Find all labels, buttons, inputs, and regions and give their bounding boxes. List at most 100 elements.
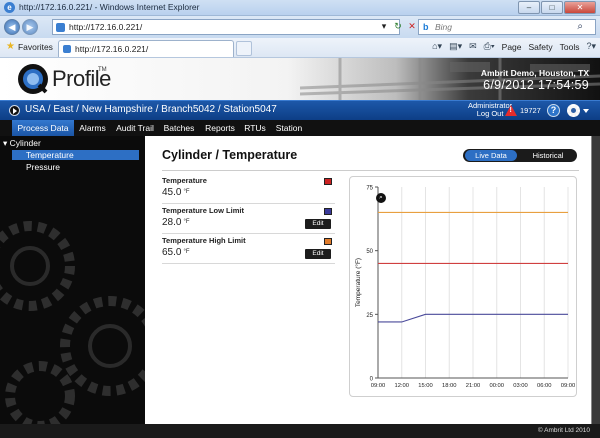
y-axis-label: Temperature (°F) (354, 258, 362, 307)
sidebar-item-temperature[interactable]: Temperature (12, 150, 139, 160)
site-datetime: 6/9/2012 17:54:59 (483, 78, 589, 92)
alarm-count[interactable]: 19727 (520, 106, 541, 115)
tab-rtus[interactable]: RTUs (241, 120, 269, 136)
tab-label: http://172.16.0.221/ (75, 44, 149, 54)
x-tick-label: 15:00 (418, 383, 433, 389)
point-label: Temperature High Limit (162, 236, 246, 245)
tab-station[interactable]: Station (272, 120, 306, 136)
y-tick-label: 0 (370, 377, 374, 383)
site-name: Ambrit Demo, Houston, TX (480, 68, 589, 78)
page-icon (56, 23, 65, 32)
point-label: Temperature Low Limit (162, 206, 244, 215)
new-tab-button[interactable] (236, 41, 252, 56)
safety-menu[interactable]: Safety (529, 42, 553, 52)
breadcrumb-bar: USA / East / New Hampshire / Branch5042 … (0, 100, 600, 120)
search-icon[interactable]: ⌕ (577, 21, 583, 32)
sidebar-category-label: Cylinder (9, 138, 41, 148)
point-value: 28.0 °F (162, 217, 190, 228)
settings-caret-icon[interactable] (583, 109, 589, 113)
tools-menu[interactable]: Tools (560, 42, 580, 52)
breadcrumb[interactable]: USA / East / New Hampshire / Branch5042 … (25, 104, 277, 115)
point-unit: °F (183, 189, 190, 196)
logo-trademark: TM (98, 67, 107, 73)
sidebar-item-pressure[interactable]: Pressure (12, 162, 139, 172)
search-placeholder: Bing (435, 22, 453, 32)
chevron-down-icon: ▾ (3, 138, 8, 148)
gears-background-image (0, 221, 145, 424)
sidebar-category-cylinder[interactable]: ▾ Cylinder (3, 138, 41, 149)
main-nav: Process Data Alarms Audit Trail Batches … (0, 120, 600, 136)
tab-audit-trail[interactable]: Audit Trail (112, 120, 158, 136)
favorites-bar: ★ Favorites http://172.16.0.221/ ⌂▾ ▤▾ ✉… (0, 38, 600, 58)
point-value-number: 65.0 (162, 247, 182, 258)
zoom-icon[interactable]: ⌕ (376, 193, 386, 203)
search-input[interactable]: b Bing ⌕ (418, 19, 596, 35)
window-title: http://172.16.0.221/ - Windows Internet … (19, 2, 200, 12)
address-toolbar: ◀ ▶ http://172.16.0.221/ ▾ ↻ ✕ b Bing ⌕ (0, 16, 600, 38)
x-tick-label: 09:00 (561, 383, 576, 389)
tab-alarms[interactable]: Alarms (76, 120, 109, 136)
star-icon: ★ (6, 41, 15, 52)
tab-process-data[interactable]: Process Data (12, 120, 74, 136)
right-edge (592, 136, 600, 424)
tab-batches[interactable]: Batches (160, 120, 198, 136)
window-title-bar: e http://172.16.0.221/ - Windows Interne… (0, 0, 600, 16)
address-input[interactable]: http://172.16.0.221/ (52, 19, 400, 35)
y-tick-label: 25 (366, 313, 373, 319)
point-temperature-high-limit: Temperature High Limit 65.0 °F Edit (162, 234, 335, 264)
app-header: Profile TM Ambrit Demo, Houston, TX 6/9/… (0, 58, 600, 100)
point-temperature: Temperature 45.0 °F (162, 174, 335, 204)
back-button[interactable]: ◀ (4, 19, 20, 35)
command-bar: ⌂▾ ▤▾ ✉ ⎙▾ Page Safety Tools ?▾ (432, 41, 596, 52)
help-menu-icon[interactable]: ?▾ (586, 41, 596, 52)
edit-low-limit-button[interactable]: Edit (305, 219, 331, 229)
refresh-icon[interactable]: ↻ (392, 19, 404, 33)
feeds-icon[interactable]: ▤▾ (449, 41, 462, 52)
x-tick-label: 12:00 (394, 383, 409, 389)
favorites-button[interactable]: ★ Favorites (6, 41, 53, 52)
mail-icon[interactable]: ✉ (469, 41, 477, 52)
close-window-button[interactable]: ✕ (564, 1, 596, 14)
compat-view-icon[interactable]: ▾ (378, 19, 390, 33)
home-icon[interactable]: ⌂▾ (432, 41, 442, 52)
title-divider (162, 170, 579, 171)
trend-chart-svg: 0 25 50 75 09:00 12:00 15:00 18:00 21:00 00:00 03:… (354, 186, 576, 390)
copyright: © Ambrit Ltd 2010 (537, 427, 590, 434)
edit-high-limit-button[interactable]: Edit (305, 249, 331, 259)
sidebar: ▾ Cylinder Temperature Pressure (0, 136, 145, 424)
trend-chart[interactable]: 0 25 50 75 09:00 12:00 15:00 18:00 21:00 00:00 03:… (349, 176, 577, 397)
point-label: Temperature (162, 176, 207, 185)
x-tick-label: 18:00 (442, 383, 457, 389)
x-tick-label: 03:00 (513, 383, 528, 389)
ie-icon: e (4, 2, 15, 13)
tab-reports[interactable]: Reports (201, 120, 239, 136)
color-swatch (324, 208, 332, 215)
alarm-warning-icon[interactable]: ! (505, 105, 517, 116)
minimize-button[interactable]: – (518, 1, 540, 14)
x-tick-label: 21:00 (466, 383, 481, 389)
point-value: 45.0 °F (162, 187, 190, 198)
y-tick-label: 50 (366, 249, 373, 255)
point-unit: °F (183, 219, 190, 226)
footer: © Ambrit Ltd 2010 (0, 424, 600, 438)
color-swatch (324, 238, 332, 245)
live-data-toggle[interactable]: Live Data (465, 150, 517, 161)
page-title: Cylinder / Temperature (162, 148, 298, 162)
navigate-icon[interactable] (9, 105, 20, 116)
y-tick-label: 75 (366, 186, 373, 192)
bing-icon: b (423, 22, 429, 32)
print-icon[interactable]: ⎙▾ (484, 41, 495, 52)
data-mode-toggle: Live Data Historical (463, 149, 577, 162)
stop-icon[interactable]: ✕ (406, 19, 418, 33)
browser-tab[interactable]: http://172.16.0.221/ (58, 40, 234, 57)
historical-toggle[interactable]: Historical (521, 150, 575, 161)
help-icon[interactable]: ? (547, 104, 560, 117)
color-swatch (324, 178, 332, 185)
point-value-number: 45.0 (162, 187, 182, 198)
maximize-button[interactable]: □ (541, 1, 563, 14)
x-tick-label: 06:00 (537, 383, 552, 389)
x-tick-label: 09:00 (371, 383, 386, 389)
page-menu[interactable]: Page (502, 42, 522, 52)
forward-button[interactable]: ▶ (22, 19, 38, 35)
settings-gear-icon[interactable] (567, 104, 580, 117)
